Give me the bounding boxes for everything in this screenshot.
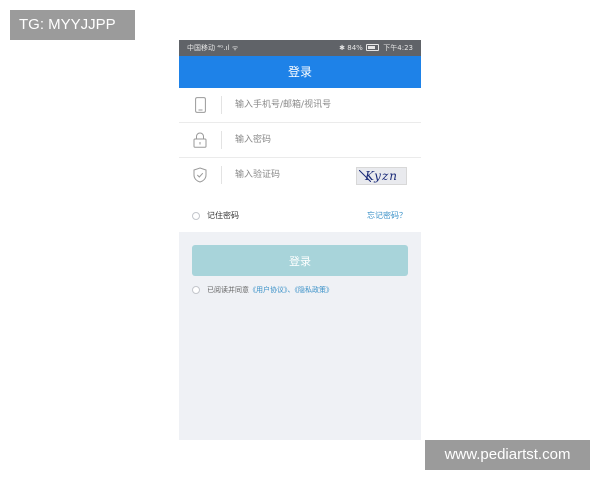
row-divider	[221, 166, 222, 184]
password-row	[179, 123, 421, 157]
remember-label: 记住密码	[207, 211, 239, 220]
wifi-icon: ᯤ	[231, 44, 239, 52]
forgot-password-link[interactable]: 忘记密码？	[367, 210, 407, 222]
signal-icon: ⁴ᴳ.ıl	[217, 44, 230, 52]
account-row	[179, 88, 421, 122]
agreement-separator: 、	[287, 286, 295, 294]
battery-icon	[366, 44, 380, 51]
account-input[interactable]	[235, 88, 355, 122]
watermark-top-left: TG: MYYJJPP	[10, 10, 135, 40]
shield-icon	[191, 167, 209, 183]
agreement-line: 已阅读并同意《用户协议》、《隐私政策》	[192, 285, 333, 295]
agree-prefix: 已阅读并同意	[207, 286, 249, 294]
clock: 下午4:23	[383, 44, 413, 52]
status-right: ✱ 84% 下午4:23	[339, 40, 413, 56]
phone-icon	[191, 97, 209, 113]
privacy-policy-link[interactable]: 《隐私政策》	[295, 286, 334, 294]
agree-checkbox[interactable]	[192, 286, 200, 294]
row-divider	[221, 96, 222, 114]
status-bar: 中国移动 ⁴ᴳ.ıl ᯤ ✱ 84% 下午4:23	[179, 40, 421, 56]
captcha-input[interactable]	[235, 158, 355, 192]
captcha-row: Kyzn	[179, 158, 421, 192]
remember-password[interactable]: 记住密码	[192, 210, 239, 222]
page-header: 登录	[179, 56, 421, 88]
bluetooth-icon: ✱	[339, 44, 345, 52]
user-agreement-link[interactable]: 《用户协议》	[249, 286, 288, 294]
phone-screen: 中国移动 ⁴ᴳ.ıl ᯤ ✱ 84% 下午4:23 登录 输入手机号/邮箱/视讯…	[179, 40, 421, 440]
watermark-bottom-right: www.pediartst.com	[425, 440, 590, 470]
carrier-label: 中国移动	[187, 44, 215, 52]
login-button[interactable]: 登录	[192, 245, 408, 276]
lock-icon	[191, 132, 209, 148]
status-left: 中国移动 ⁴ᴳ.ıl ᯤ	[187, 40, 238, 56]
row-divider	[221, 131, 222, 149]
captcha-image[interactable]: Kyzn	[356, 167, 407, 185]
page-title: 登录	[287, 65, 312, 79]
remember-checkbox[interactable]	[192, 211, 200, 220]
password-input[interactable]	[235, 123, 355, 157]
battery-percent: 84%	[347, 44, 363, 52]
